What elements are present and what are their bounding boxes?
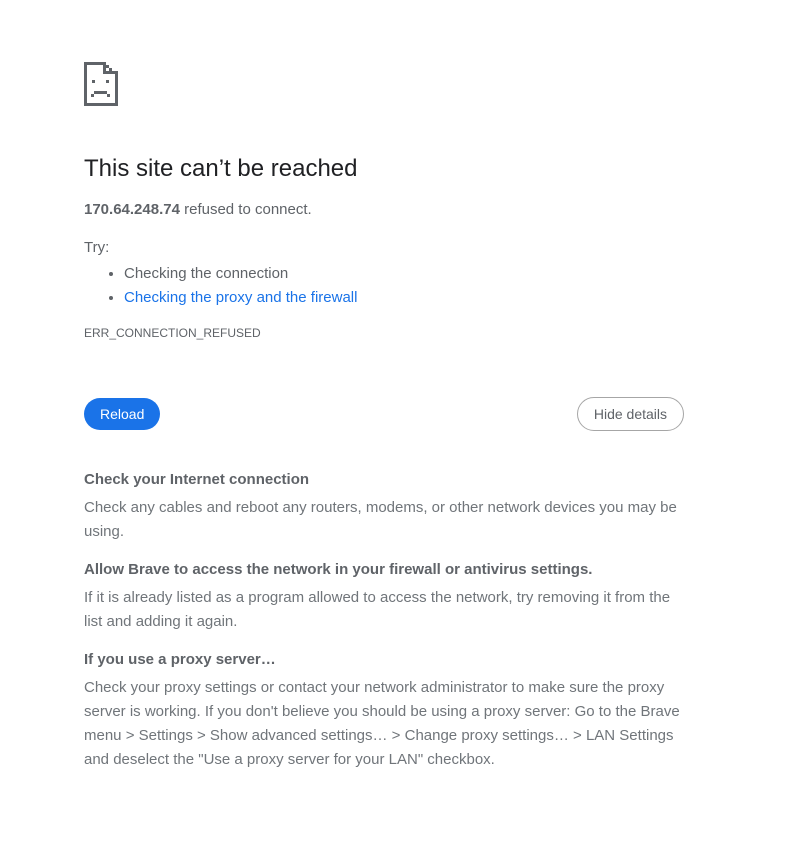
detail-internet-connection: Check your Internet connection Check any… [84,468,684,544]
detail-body: Check your proxy settings or contact you… [84,679,680,768]
hide-details-button[interactable]: Hide details [576,397,684,431]
error-message: 170.64.248.74 refused to connect. [84,200,684,220]
detail-firewall: Allow Brave to access the network in you… [84,558,684,634]
page-title: This site can’t be reached [84,155,358,182]
detail-proxy-server: If you use a proxy server… Check your pr… [84,648,684,772]
suggestion-check-connection: Checking the connection [124,262,684,286]
reload-button[interactable]: Reload [84,398,161,430]
try-label: Try: [84,239,110,256]
error-code: ERR_CONNECTION_REFUSED [84,326,261,340]
suggestion-label: Checking the connection [124,265,289,282]
suggestion-check-proxy-firewall[interactable]: Checking the proxy and the firewall [124,286,684,310]
detail-heading: Check your Internet connection [84,471,310,488]
suggestions-list: Checking the connection Checking the pro… [84,262,684,310]
detail-heading: Allow Brave to access the network in you… [84,561,593,578]
host-address: 170.64.248.74 [84,201,180,218]
details-panel: Check your Internet connection Check any… [84,468,684,772]
proxy-firewall-link[interactable]: Checking the proxy and the firewall [124,289,357,306]
detail-body: If it is already listed as a program all… [84,589,671,630]
detail-heading: If you use a proxy server… [84,651,276,668]
refused-text: refused to connect. [179,201,312,218]
button-row: Reload Hide details [84,397,684,431]
detail-body: Check any cables and reboot any routers,… [84,499,677,540]
error-page: This site can’t be reached 170.64.248.74… [84,62,684,786]
sad-document-icon [84,62,118,106]
